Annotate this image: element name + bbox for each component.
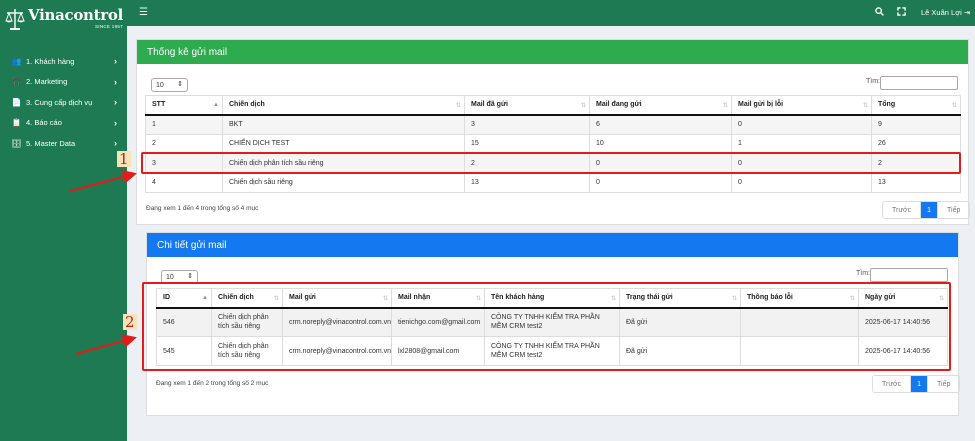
annotation-arrows xyxy=(69,170,137,355)
annotation-arrow-2 xyxy=(75,334,137,355)
annotation-arrow-1 xyxy=(69,170,137,192)
